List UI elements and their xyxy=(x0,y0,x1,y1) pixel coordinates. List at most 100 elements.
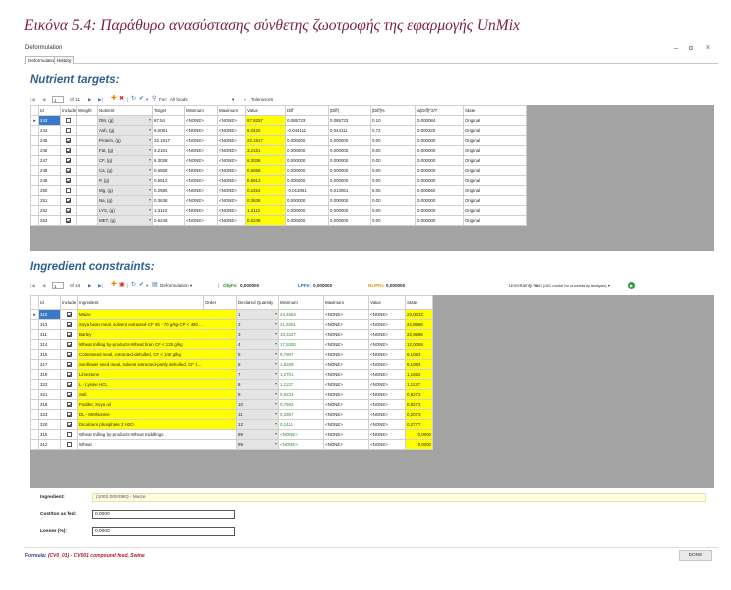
close-button[interactable]: X xyxy=(706,44,710,53)
col-header[interactable]: Id xyxy=(38,105,61,116)
mode-select[interactable]: Deformulation ▾ xyxy=(160,282,192,289)
nutrient-row[interactable]: ▸ 243 DM, (g) ▾ 87.54 <NONE> <NONE> 87.8257 0.08… xyxy=(30,115,527,126)
minimum-cell[interactable]: <NONE> xyxy=(323,409,369,420)
declared-quantity-cell[interactable]: 0,1411 xyxy=(278,419,324,430)
next-page-icon[interactable]: ▶ xyxy=(88,96,92,103)
row-selector[interactable] xyxy=(30,429,39,440)
order-cell[interactable]: 99 ▾ xyxy=(236,439,279,450)
row-selector[interactable] xyxy=(30,175,39,186)
nutrient-cell[interactable]: Na, (g) ▾ xyxy=(97,195,153,206)
maximum-cell[interactable]: <NONE> xyxy=(368,429,406,440)
maximum-cell[interactable]: <NONE> xyxy=(217,175,246,186)
ingredient-row[interactable]: 312Wheat99▾<NONE><NONE><NONE>0,0000Origi… xyxy=(30,439,433,450)
include-cell[interactable] xyxy=(60,309,78,320)
minimum-cell[interactable]: <NONE> xyxy=(184,135,218,146)
ingredient-field[interactable]: (1002.000/080) - Maize xyxy=(92,493,706,502)
minimum-cell[interactable]: <NONE> xyxy=(184,125,218,136)
include-cell[interactable] xyxy=(60,135,77,146)
col-header[interactable]: Diff xyxy=(285,105,329,116)
include-checkbox[interactable] xyxy=(66,207,71,213)
weight-cell[interactable] xyxy=(76,155,98,166)
declared-quantity-cell[interactable]: <NONE> xyxy=(278,429,324,440)
include-cell[interactable] xyxy=(60,185,77,196)
maximum-cell[interactable]: <NONE> xyxy=(368,309,406,320)
col-header[interactable]: State xyxy=(405,295,433,310)
order-cell[interactable]: 9 ▾ xyxy=(236,389,279,400)
maximum-cell[interactable]: <NONE> xyxy=(368,399,406,410)
first-page-icon[interactable]: |◀ xyxy=(30,96,35,103)
row-selector[interactable] xyxy=(30,419,39,430)
nutrient-cell[interactable]: P, (g) ▾ xyxy=(97,175,153,186)
row-selector[interactable] xyxy=(30,319,39,330)
col-header[interactable]: Order xyxy=(203,295,237,310)
maximum-cell[interactable]: <NONE> xyxy=(368,419,406,430)
include-checkbox[interactable] xyxy=(66,127,71,133)
nutrient-row[interactable]: 247 CF, (g) ▾ 6.3038 <NONE> <NONE> 6.3038 0.000… xyxy=(30,155,527,166)
add-icon[interactable]: ✚ xyxy=(111,95,117,102)
weight-cell[interactable] xyxy=(76,125,98,136)
target-cell[interactable]: 0.6248 xyxy=(152,215,185,226)
nutrient-cell[interactable]: LYS, (g) ▾ xyxy=(97,205,153,216)
weight-cell[interactable] xyxy=(76,185,98,196)
col-header[interactable]: Minimum xyxy=(184,105,218,116)
tab-history[interactable]: History xyxy=(54,56,75,64)
include-checkbox[interactable] xyxy=(66,321,72,327)
minimum-cell[interactable]: <NONE> xyxy=(184,175,218,186)
row-selector[interactable] xyxy=(30,439,39,450)
minimum-cell[interactable]: <NONE> xyxy=(323,349,369,360)
maximum-cell[interactable]: <NONE> xyxy=(217,205,246,216)
minimum-cell[interactable]: <NONE> xyxy=(184,165,218,176)
maximum-cell[interactable]: <NONE> xyxy=(368,329,406,340)
minimum-cell[interactable]: <NONE> xyxy=(323,319,369,330)
weight-cell[interactable] xyxy=(76,135,98,146)
maximum-cell[interactable]: <NONE> xyxy=(217,115,246,126)
ingredient-row[interactable]: 317 Sunflower seed meal, solvent extracte… xyxy=(30,359,433,370)
include-checkbox[interactable] xyxy=(66,311,72,317)
uncertainty-select[interactable]: IAG (IAG model for uncertainty analysis)… xyxy=(535,282,610,289)
nutrient-row[interactable]: 249 P, (g) ▾ 0.5912 <NONE> <NONE> 0.5912 0.0000… xyxy=(30,175,527,186)
include-checkbox[interactable] xyxy=(66,117,71,123)
col-header[interactable]: Ingredient xyxy=(77,295,204,310)
play-icon[interactable]: ▶ xyxy=(628,281,635,289)
include-cell[interactable] xyxy=(60,195,77,206)
include-cell[interactable] xyxy=(60,419,78,430)
order-cell[interactable]: 12 ▾ xyxy=(236,419,279,430)
minimum-cell[interactable]: <NONE> xyxy=(323,329,369,340)
minimum-cell[interactable]: <NONE> xyxy=(323,339,369,350)
ingredient-row[interactable]: 319Limestone7▾1,2701<NONE><NONE>1,1652Or… xyxy=(30,369,433,380)
include-checkbox[interactable] xyxy=(66,331,72,337)
ingredient-row[interactable]: 314 Wheat milling by-products-Wheat bran … xyxy=(30,339,433,350)
maximum-cell[interactable]: <NONE> xyxy=(217,125,246,136)
ingredient-row[interactable]: 316 Cottonseed meal, extracted-dehulled, … xyxy=(30,349,433,360)
target-cell[interactable]: 0.6558 xyxy=(152,165,185,176)
include-cell[interactable] xyxy=(60,165,77,176)
col-header[interactable]: Target xyxy=(152,105,185,116)
nutrient-row[interactable]: 251 Na, (g) ▾ 0.3638 <NONE> <NONE> 0.3638 0.000… xyxy=(30,195,527,206)
cost-field[interactable]: 0,0000 xyxy=(92,510,235,519)
check-icon[interactable]: ✔ xyxy=(139,96,144,103)
nutrient-cell[interactable]: Ash, (g) ▾ xyxy=(97,125,153,136)
row-selector[interactable]: ▸ xyxy=(30,115,39,126)
row-selector[interactable] xyxy=(30,165,39,176)
include-cell[interactable] xyxy=(60,369,78,380)
check-icon[interactable]: ✔ xyxy=(139,282,144,289)
last-page-icon[interactable]: ▶| xyxy=(98,282,103,289)
col-header[interactable]: Value xyxy=(368,295,406,310)
order-cell[interactable]: 7 ▾ xyxy=(236,369,279,380)
minimum-cell[interactable]: <NONE> xyxy=(323,379,369,390)
row-selector[interactable] xyxy=(30,339,39,350)
maximum-cell[interactable]: <NONE> xyxy=(217,155,246,166)
tolerance-icon[interactable]: ▪ xyxy=(244,96,246,103)
col-header[interactable]: |Diff|% xyxy=(370,105,416,116)
include-cell[interactable] xyxy=(60,409,78,420)
minimum-cell[interactable]: <NONE> xyxy=(184,155,218,166)
nutrient-cell[interactable]: Fat, (g) ▾ xyxy=(97,145,153,156)
include-checkbox[interactable] xyxy=(66,361,72,367)
include-checkbox[interactable] xyxy=(66,351,72,357)
order-cell[interactable]: 99 ▾ xyxy=(236,429,279,440)
declared-quantity-cell[interactable]: 19,3427 xyxy=(278,329,324,340)
declared-quantity-cell[interactable]: 0,8233 xyxy=(278,389,324,400)
nutrient-cell[interactable]: DM, (g) ▾ xyxy=(97,115,153,126)
include-checkbox[interactable] xyxy=(66,341,72,347)
prev-page-icon[interactable]: ◀ xyxy=(42,282,46,289)
